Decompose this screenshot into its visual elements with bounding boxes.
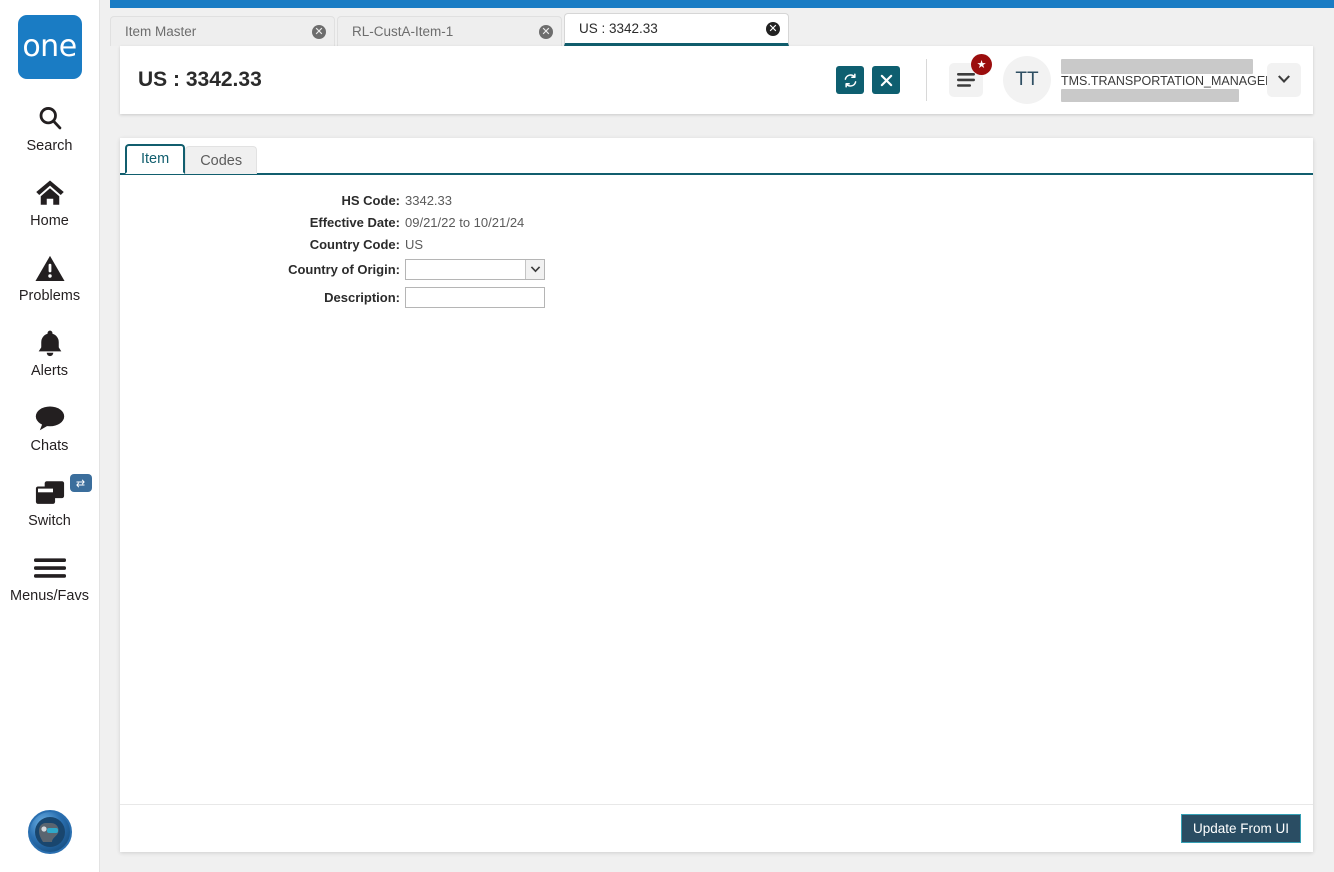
sidebar-item-switch[interactable]: ⇄ Switch (0, 474, 100, 529)
page-title: US : 3342.33 (138, 68, 262, 91)
brand-logo-text: one (22, 29, 77, 64)
sidebar-item-label: Menus/Favs (10, 588, 89, 604)
tab-label: Codes (200, 152, 243, 169)
sidebar-item-chats[interactable]: Chats (0, 401, 100, 454)
redacted-user-name (1061, 58, 1253, 74)
windows-stack-icon (35, 476, 65, 510)
sidebar-item-label: Problems (18, 288, 81, 304)
page-header: US : 3342.33 ★ TT TMS.TRANSPORTATION_MAN… (120, 46, 1313, 114)
tab-label: US : 3342.33 (579, 21, 658, 36)
main-content-card: Item Codes HS Code: 3342.33 Effective Da… (120, 138, 1313, 852)
tab-label: Item Master (125, 24, 197, 39)
sidebar-item-menus-favs[interactable]: Menus/Favs (0, 551, 100, 604)
tab-item[interactable]: Item (125, 144, 186, 174)
close-button[interactable] (872, 66, 900, 94)
chevron-down-icon[interactable] (525, 260, 544, 279)
brand-logo[interactable]: one (17, 15, 82, 79)
select-value (406, 260, 525, 279)
tab-codes[interactable]: Codes (185, 146, 258, 174)
close-circle-icon[interactable]: ✕ (766, 21, 780, 36)
tab-label: Item (141, 151, 170, 167)
close-circle-icon[interactable]: ✕ (539, 24, 553, 39)
sidebar-item-home[interactable]: Home (0, 176, 100, 229)
field-value: US (405, 237, 424, 252)
field-label: Description: (324, 290, 400, 305)
header-actions: ★ TT TMS.TRANSPORTATION_MANAGER (828, 54, 1313, 104)
sidebar-item-alerts[interactable]: Alerts (0, 326, 100, 379)
content-tabs: Item Codes (120, 144, 1313, 174)
sidebar-item-problems[interactable]: Problems (0, 251, 100, 304)
field-hs-code: HS Code: 3342.33 (120, 193, 1313, 208)
field-value: 09/21/22 to 10/21/24 (405, 215, 525, 230)
warning-triangle-icon (34, 251, 65, 285)
document-tab-item-master[interactable]: Item Master ✕ (110, 16, 335, 46)
sidebar-item-label: Home (30, 213, 69, 229)
document-tab-us-3342-33[interactable]: US : 3342.33 ✕ (564, 13, 789, 46)
tab-label: RL-CustA-Item-1 (352, 24, 454, 39)
field-value: 3342.33 (405, 193, 452, 208)
search-icon (36, 101, 64, 135)
refresh-button[interactable] (836, 66, 864, 94)
user-role-label: TMS.TRANSPORTATION_MANAGER (1061, 73, 1275, 88)
field-country-code: Country Code: US (120, 237, 1313, 252)
field-label: Effective Date: (309, 215, 400, 230)
description-input[interactable] (405, 287, 545, 308)
star-icon: ★ (971, 54, 992, 75)
close-circle-icon[interactable]: ✕ (312, 24, 326, 39)
field-label: Country Code: (309, 237, 400, 252)
user-menu-dropdown-button[interactable] (1267, 63, 1301, 97)
field-effective-date: Effective Date: 09/21/22 to 10/21/24 (120, 215, 1313, 230)
top-accent-bar (110, 0, 1334, 8)
redacted-user-org (1061, 88, 1239, 102)
header-divider (926, 59, 927, 101)
avatar[interactable]: TT (1003, 56, 1051, 104)
card-footer: Update From UI (120, 804, 1313, 852)
sidebar-item-search[interactable]: Search (0, 101, 100, 154)
sidebar-item-label: Search (26, 138, 73, 154)
field-label: HS Code: (341, 193, 401, 208)
sidebar-item-label: Alerts (30, 363, 69, 379)
chevron-down-icon (1278, 75, 1290, 83)
document-tab-rl-custa-item-1[interactable]: RL-CustA-Item-1 ✕ (337, 16, 562, 46)
item-detail-form: HS Code: 3342.33 Effective Date: 09/21/2… (120, 175, 1313, 804)
field-description: Description: (120, 287, 1313, 308)
user-info: TMS.TRANSPORTATION_MANAGER (1061, 58, 1274, 102)
sidebar-item-label: Switch (28, 513, 71, 529)
field-label: Country of Origin: (288, 262, 400, 277)
field-country-of-origin: Country of Origin: (120, 259, 1313, 280)
left-navigation-rail: one Search Home Problems Alerts Chats ⇄ … (0, 0, 100, 872)
ai-assistant-avatar-icon[interactable] (28, 810, 72, 854)
hamburger-icon (33, 551, 66, 585)
bell-icon (37, 326, 63, 360)
swap-arrows-icon[interactable]: ⇄ (69, 474, 92, 492)
home-icon (35, 176, 65, 210)
chat-bubble-icon (35, 401, 65, 435)
update-from-ui-button[interactable]: Update From UI (1180, 814, 1301, 843)
document-tab-strip: Item Master ✕ RL-CustA-Item-1 ✕ US : 334… (110, 8, 1334, 46)
sidebar-item-label: Chats (30, 438, 69, 454)
header-menu-button[interactable]: ★ (949, 54, 992, 97)
avatar-initials: TT (1015, 69, 1039, 90)
country-of-origin-select[interactable] (405, 259, 545, 280)
